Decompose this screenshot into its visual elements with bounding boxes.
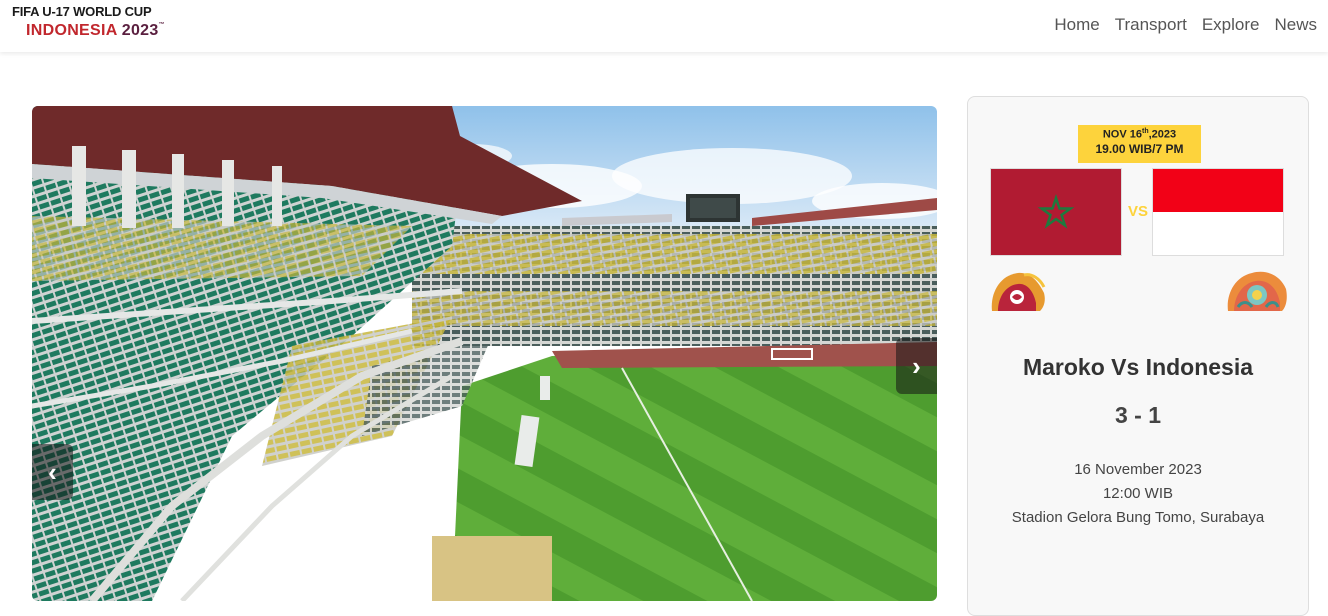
indonesia-flag-white: [1153, 212, 1283, 255]
morocco-flag: [990, 168, 1122, 256]
badge-date-text: NOV 16: [1102, 128, 1142, 141]
carousel-prev-button[interactable]: ‹: [32, 444, 73, 500]
nav-links: Home Transport Explore News: [1054, 0, 1328, 50]
brand-logo[interactable]: FIFA U-17 WORLD CUP INDONESIA 2023™: [12, 4, 172, 44]
match-title: Maroko Vs Indonesia: [1022, 354, 1254, 380]
brand-logo-tm: ™: [158, 22, 165, 28]
brand-logo-country: INDONESIA: [26, 22, 118, 39]
nav-link-explore[interactable]: Explore: [1202, 15, 1260, 35]
mascot-left-icon: [988, 267, 1050, 311]
match-date-badge-date: NOV 16th,2023: [1078, 128, 1201, 141]
badge-year-text: ,2023: [1148, 128, 1177, 141]
nav-link-home[interactable]: Home: [1054, 15, 1099, 35]
mascot-right-icon: [1226, 267, 1288, 311]
stadium-carousel: ‹ ›: [32, 106, 937, 601]
morocco-star-icon: [1037, 194, 1075, 229]
match-time: 12:00 WIB: [1102, 485, 1174, 502]
badge-date-suffix: th: [1142, 128, 1149, 135]
match-date-badge: NOV 16th,2023 19.00 WIB/7 PM: [1078, 125, 1201, 163]
indonesia-flag: [1152, 168, 1284, 256]
chevron-right-icon: ›: [912, 350, 921, 381]
versus-label: VS: [1127, 203, 1148, 220]
chevron-left-icon: ‹: [48, 456, 57, 487]
nav-link-news[interactable]: News: [1274, 15, 1317, 35]
match-card[interactable]: NOV 16th,2023 19.00 WIB/7 PM VS Maroko V…: [967, 96, 1309, 616]
brand-logo-subtitle: INDONESIA 2023™: [26, 22, 165, 40]
match-date: 16 November 2023: [1074, 461, 1202, 478]
nav-link-transport[interactable]: Transport: [1115, 15, 1187, 35]
top-navbar: FIFA U-17 WORLD CUP INDONESIA 2023™ Home…: [0, 0, 1328, 52]
match-venue: Stadion Gelora Bung Tomo, Surabaya: [1011, 509, 1265, 526]
match-date-badge-time: 19.00 WIB/7 PM: [1095, 141, 1184, 156]
brand-logo-title: FIFA U-17 WORLD CUP: [12, 4, 152, 19]
brand-logo-year: 2023: [121, 22, 159, 39]
match-score: 3 - 1: [1114, 402, 1162, 428]
stadium-image: [32, 106, 937, 601]
carousel-next-button[interactable]: ›: [896, 338, 937, 394]
indonesia-flag-red: [1153, 169, 1283, 212]
